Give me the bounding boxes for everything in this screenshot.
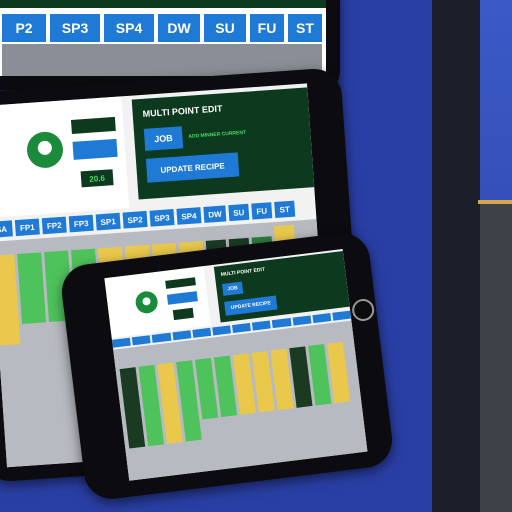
top-header-bar [0, 0, 326, 8]
phone-location-pin-icon [134, 290, 159, 315]
phone-logo-panel [104, 266, 211, 338]
phone-tab[interactable] [212, 325, 232, 336]
tab-su[interactable]: SU [228, 203, 250, 222]
background-monitor-screen [480, 0, 512, 200]
tab-fu[interactable]: FU [250, 14, 284, 42]
job-button[interactable]: JOB [143, 126, 184, 151]
phone-tab[interactable] [151, 332, 172, 343]
phone-tab[interactable] [192, 327, 212, 338]
tab-dw[interactable]: DW [158, 14, 200, 42]
logo-panel: 20.6 [0, 96, 130, 218]
phone-tab[interactable] [272, 317, 292, 329]
update-recipe-button[interactable]: UPDATE RECIPE [145, 152, 240, 183]
phone-tab[interactable] [252, 320, 272, 331]
tab-fu[interactable]: FU [251, 202, 273, 220]
value-box: 20.6 [80, 169, 114, 188]
phone-tab[interactable] [312, 313, 332, 324]
job-status: ADD MINNER CURRENT [188, 129, 247, 140]
phone-tab[interactable] [292, 315, 312, 326]
tab-st[interactable]: ST [274, 200, 296, 218]
phone-screen: MULTI POINT EDIT JOB UPDATE RECIPE [104, 249, 368, 481]
phone-multi-point-panel: MULTI POINT EDIT JOB UPDATE RECIPE [213, 251, 350, 323]
multi-point-edit-panel: MULTI POINT EDIT JOB ADD MINNER CURRENT … [131, 87, 315, 200]
phone-home-button[interactable] [350, 297, 376, 323]
tab-fp2[interactable]: FP2 [41, 216, 67, 235]
phone-value-box [172, 307, 194, 321]
background-monitor-lower [480, 204, 512, 512]
phone-tab[interactable] [172, 330, 192, 341]
tab-sp3[interactable]: SP3 [50, 14, 100, 42]
phone-tab[interactable] [131, 335, 151, 346]
top-tablet-screen: P2 SP3 SP4 DW SU FU ST [0, 0, 326, 76]
phone-change-point-button[interactable] [166, 291, 198, 305]
tab-sp4[interactable]: SP4 [176, 207, 202, 225]
change-point-button[interactable] [72, 138, 118, 160]
phone-position-mode-button[interactable] [165, 277, 196, 289]
tab-su[interactable]: SU [204, 14, 246, 42]
phone-panel-title: MULTI POINT EDIT [220, 266, 266, 279]
tab-sp2[interactable]: SP2 [122, 210, 148, 229]
tab-sp1[interactable]: SP1 [95, 212, 121, 231]
phone-update-recipe-button[interactable]: UPDATE RECIPE [224, 295, 278, 316]
phone-tab[interactable] [111, 337, 131, 348]
phone-tab[interactable] [232, 322, 252, 334]
tab-fp1[interactable]: FP1 [14, 218, 40, 237]
panel-title: MULTI POINT EDIT [142, 103, 223, 119]
background-monitor [432, 0, 512, 512]
column-bar [17, 252, 47, 324]
phone-job-button[interactable]: JOB [221, 281, 244, 296]
tab-sp4[interactable]: SP4 [104, 14, 154, 42]
tab-p2[interactable]: P2 [2, 14, 46, 42]
phone: MULTI POINT EDIT JOB UPDATE RECIPE [58, 229, 396, 503]
phone-tab[interactable] [332, 310, 352, 321]
tab-dw[interactable]: DW [203, 205, 227, 223]
position-mode-button[interactable] [70, 116, 116, 134]
tab-sp3[interactable]: SP3 [149, 209, 175, 227]
tab-sa[interactable]: SA [0, 220, 13, 238]
tab-st[interactable]: ST [288, 14, 322, 42]
tab-fp3[interactable]: FP3 [68, 214, 94, 233]
top-tab-row: P2 SP3 SP4 DW SU FU ST [2, 14, 322, 42]
location-pin-icon [25, 130, 65, 170]
